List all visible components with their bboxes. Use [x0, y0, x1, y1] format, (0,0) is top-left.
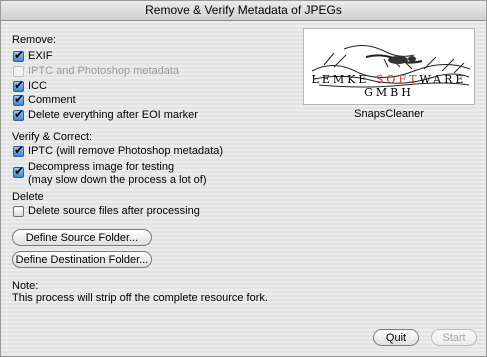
checkbox-decompress-text: Decompress image for testing (may slow d… [28, 161, 207, 187]
define-destination-folder-button[interactable]: Define Destination Folder... [12, 251, 152, 268]
logo-text: LEMKE SOFTWARE GMBH [304, 73, 474, 99]
checkbox-verify-iptc[interactable]: IPTC (will remove Photoshop metadata) [13, 144, 224, 158]
product-name-caption: SnapsCleaner [354, 108, 424, 120]
checkbox-comment-label: Comment [28, 94, 76, 106]
checkbox-decompress-label: Decompress image for testing [28, 161, 175, 173]
window-title: Remove & Verify Metadata of JPEGs [1, 1, 486, 21]
remove-section-label: Remove: [12, 34, 57, 46]
note-label: Note: [12, 280, 39, 292]
checkbox-exif-label: EXIF [28, 50, 53, 62]
checkbox-comment-box[interactable] [13, 93, 24, 106]
checkbox-delete-source-label: Delete source files after processing [28, 205, 200, 217]
checkbox-iptc-photoshop-label: IPTC and Photoshop metadata [28, 65, 180, 77]
start-button[interactable]: Start [431, 329, 477, 346]
checkbox-decompress[interactable]: Decompress image for testing (may slow d… [13, 161, 207, 187]
logo-text-lemke: LEMKE [311, 73, 376, 86]
verify-section-label: Verify & Correct: [12, 131, 93, 143]
checkbox-delete-source[interactable]: Delete source files after processing [13, 205, 200, 218]
quit-button[interactable]: Quit [373, 329, 419, 346]
checkbox-verify-iptc-box[interactable] [13, 144, 24, 157]
checkbox-verify-iptc-label: IPTC (will remove Photoshop metadata) [28, 145, 224, 157]
checkbox-comment[interactable]: Comment [13, 93, 76, 107]
checkbox-iptc-photoshop: IPTC and Photoshop metadata [13, 65, 179, 78]
checkbox-delete-source-box[interactable] [13, 206, 24, 217]
checkbox-icc-label: ICC [28, 80, 47, 92]
delete-section-label: Delete [12, 191, 44, 203]
checkbox-decompress-label-line2: (may slow down the process a lot of) [28, 174, 207, 186]
checkbox-iptc-photoshop-box [13, 66, 24, 77]
checkbox-exif[interactable]: EXIF [13, 49, 53, 63]
checkbox-decompress-box[interactable] [13, 165, 24, 178]
checkbox-exif-box[interactable] [13, 49, 24, 62]
dialog-window: Remove & Verify Metadata of JPEGs Remove… [0, 0, 487, 357]
define-source-folder-button[interactable]: Define Source Folder... [12, 229, 152, 246]
note-text: This process will strip off the complete… [12, 292, 268, 304]
checkbox-delete-after-eoi-box[interactable] [13, 108, 24, 121]
checkbox-delete-after-eoi-label: Delete everything after EOI marker [28, 109, 198, 121]
logo-text-soft: SOFT [375, 73, 420, 86]
checkbox-icc-box[interactable] [13, 79, 24, 92]
checkbox-delete-after-eoi[interactable]: Delete everything after EOI marker [13, 108, 198, 122]
company-logo: LEMKE SOFTWARE GMBH [303, 28, 475, 105]
